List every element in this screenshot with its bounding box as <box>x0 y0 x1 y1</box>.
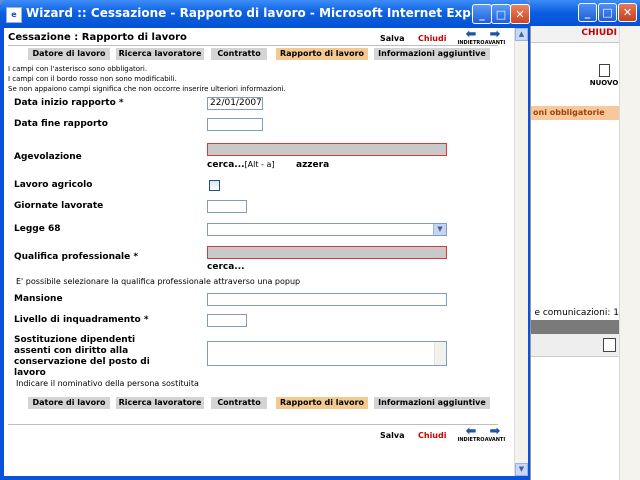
livello-label: Livello di inquadramento * <box>14 315 149 325</box>
tab-ricerca-lavoratore[interactable]: Ricerca lavoratore <box>116 48 204 60</box>
sostituzione-label: Sostituzione dipendenti assenti con diri… <box>14 335 150 379</box>
footer-chiudi-button[interactable]: Chiudi <box>418 431 446 440</box>
background-maximize-button[interactable]: □ <box>598 3 617 22</box>
window-bottom-border <box>0 476 530 480</box>
footer-avanti-button[interactable]: ➡ AVANTI <box>472 424 518 443</box>
sostituzione-label-line: Sostituzione dipendenti <box>14 335 136 345</box>
qualifica-info: E' possibile selezionare la qualifica pr… <box>16 277 301 286</box>
mansione-label: Mansione <box>14 294 63 304</box>
giornate-label: Giornate lavorate <box>14 201 104 211</box>
ie-icon: e <box>6 7 22 23</box>
data-inizio-input[interactable]: 22/01/2007 <box>207 97 263 110</box>
top-tabs: Datore di lavoro Ricerca lavoratore Cont… <box>28 48 490 60</box>
footer-salva-button[interactable]: Salva <box>380 431 405 440</box>
data-fine-label: Data fine rapporto <box>14 119 108 129</box>
close-button[interactable]: ✕ <box>510 4 530 24</box>
sostituzione-textarea[interactable] <box>207 341 447 366</box>
background-titlebar: _ □ ✕ <box>530 0 640 26</box>
background-table-header <box>531 320 619 334</box>
agevolazione-cerca-label: cerca... <box>207 160 245 170</box>
header-divider <box>8 45 498 46</box>
salva-button[interactable]: Salva <box>380 34 405 43</box>
background-comunicazioni-count: e comunicazioni: 1 <box>534 308 619 318</box>
background-scrollbar[interactable] <box>619 26 640 480</box>
window-title: Wizard :: Cessazione - Rapporto di lavor… <box>26 6 504 20</box>
bottom-tab-informazioni-aggiuntive[interactable]: Informazioni aggiuntive <box>374 397 490 409</box>
arrow-right-icon: ➡ <box>489 27 501 42</box>
background-minimize-button[interactable]: _ <box>578 3 597 22</box>
qualifica-cerca-link[interactable]: cerca... <box>207 262 245 272</box>
textarea-scrollbar[interactable] <box>434 342 446 365</box>
footer-avanti-label: AVANTI <box>484 437 506 443</box>
bottom-tab-ricerca-lavoratore[interactable]: Ricerca lavoratore <box>116 397 204 409</box>
agevolazione-input <box>207 143 447 156</box>
arrow-right-icon: ➡ <box>489 424 501 439</box>
background-nuovo-button[interactable]: NUOVO <box>587 64 621 87</box>
new-document-icon <box>598 64 610 77</box>
agevolazione-label: Agevolazione <box>14 152 82 162</box>
lavoro-agricolo-label: Lavoro agricolo <box>14 180 93 190</box>
lavoro-agricolo-checkbox[interactable] <box>209 180 220 191</box>
page-title: Cessazione : Rapporto di lavoro <box>8 32 187 43</box>
sostituzione-label-line: assenti con diritto alla <box>14 346 129 356</box>
vertical-scrollbar[interactable]: ▲ ▼ <box>514 28 528 476</box>
note-line: I campi con il bordo rosso non sono modi… <box>8 75 177 83</box>
background-obbligatorie-bar: oni obbligatorie <box>531 106 621 120</box>
data-inizio-label: Data inizio rapporto * <box>14 98 124 108</box>
minimize-button[interactable]: _ <box>472 4 492 24</box>
background-window: _ □ ✕ CHIUDI NUOVO oni obbligatorie e co… <box>530 0 640 480</box>
footer-divider <box>8 424 498 425</box>
background-content: CHIUDI NUOVO oni obbligatorie e comunica… <box>530 26 640 480</box>
bottom-tab-rapporto-di-lavoro[interactable]: Rapporto di lavoro <box>276 397 368 409</box>
scroll-up-icon[interactable]: ▲ <box>515 28 528 41</box>
mansione-input[interactable] <box>207 293 447 306</box>
sostituzione-info: Indicare il nominativo della persona sos… <box>16 379 199 388</box>
tab-rapporto-di-lavoro[interactable]: Rapporto di lavoro <box>276 48 368 60</box>
bottom-tab-contratto[interactable]: Contratto <box>211 397 267 409</box>
legge68-select[interactable]: ▼ <box>207 223 447 236</box>
note-line: I campi con l'asterisco sono obbligatori… <box>8 65 148 73</box>
maximize-button[interactable]: □ <box>491 4 511 24</box>
background-table-row[interactable] <box>531 334 619 357</box>
tab-informazioni-aggiuntive[interactable]: Informazioni aggiuntive <box>374 48 490 60</box>
agevolazione-shortcut: [Alt - a] <box>244 160 275 169</box>
window-titlebar[interactable]: e Wizard :: Cessazione - Rapporto di lav… <box>0 0 530 28</box>
chiudi-button[interactable]: Chiudi <box>418 34 446 43</box>
background-chiudi-link[interactable]: CHIUDI <box>531 26 623 43</box>
bottom-tab-datore-di-lavoro[interactable]: Datore di lavoro <box>28 397 110 409</box>
giornate-input[interactable] <box>207 200 247 213</box>
avanti-button[interactable]: ➡ AVANTI <box>472 27 518 46</box>
livello-input[interactable] <box>207 314 247 327</box>
azzera-link[interactable]: azzera <box>296 160 329 170</box>
page-content: Cessazione : Rapporto di lavoro Salva Ch… <box>4 28 514 476</box>
sostituzione-label-line: conservazione del posto di <box>14 357 150 367</box>
qualifica-input <box>207 246 447 259</box>
bottom-tabs: Datore di lavoro Ricerca lavoratore Cont… <box>28 397 490 409</box>
data-fine-input[interactable] <box>207 118 263 131</box>
tab-contratto[interactable]: Contratto <box>211 48 267 60</box>
scroll-down-icon[interactable]: ▼ <box>515 463 528 476</box>
form-notes: I campi con l'asterisco sono obbligatori… <box>8 64 286 94</box>
background-nuovo-label: NUOVO <box>589 79 619 87</box>
agevolazione-cerca-link[interactable]: cerca...[Alt - a] <box>207 160 275 170</box>
qualifica-label: Qualifica professionale * <box>14 252 139 262</box>
tab-datore-di-lavoro[interactable]: Datore di lavoro <box>28 48 110 60</box>
legge68-label: Legge 68 <box>14 224 61 234</box>
sostituzione-label-line: lavoro <box>14 368 46 378</box>
document-edit-icon[interactable] <box>603 338 616 352</box>
chevron-down-icon[interactable]: ▼ <box>433 224 446 235</box>
background-close-button[interactable]: ✕ <box>618 3 637 22</box>
note-line: Se non appaiono campi significa che non … <box>8 85 286 93</box>
wizard-window: e Wizard :: Cessazione - Rapporto di lav… <box>0 0 530 480</box>
